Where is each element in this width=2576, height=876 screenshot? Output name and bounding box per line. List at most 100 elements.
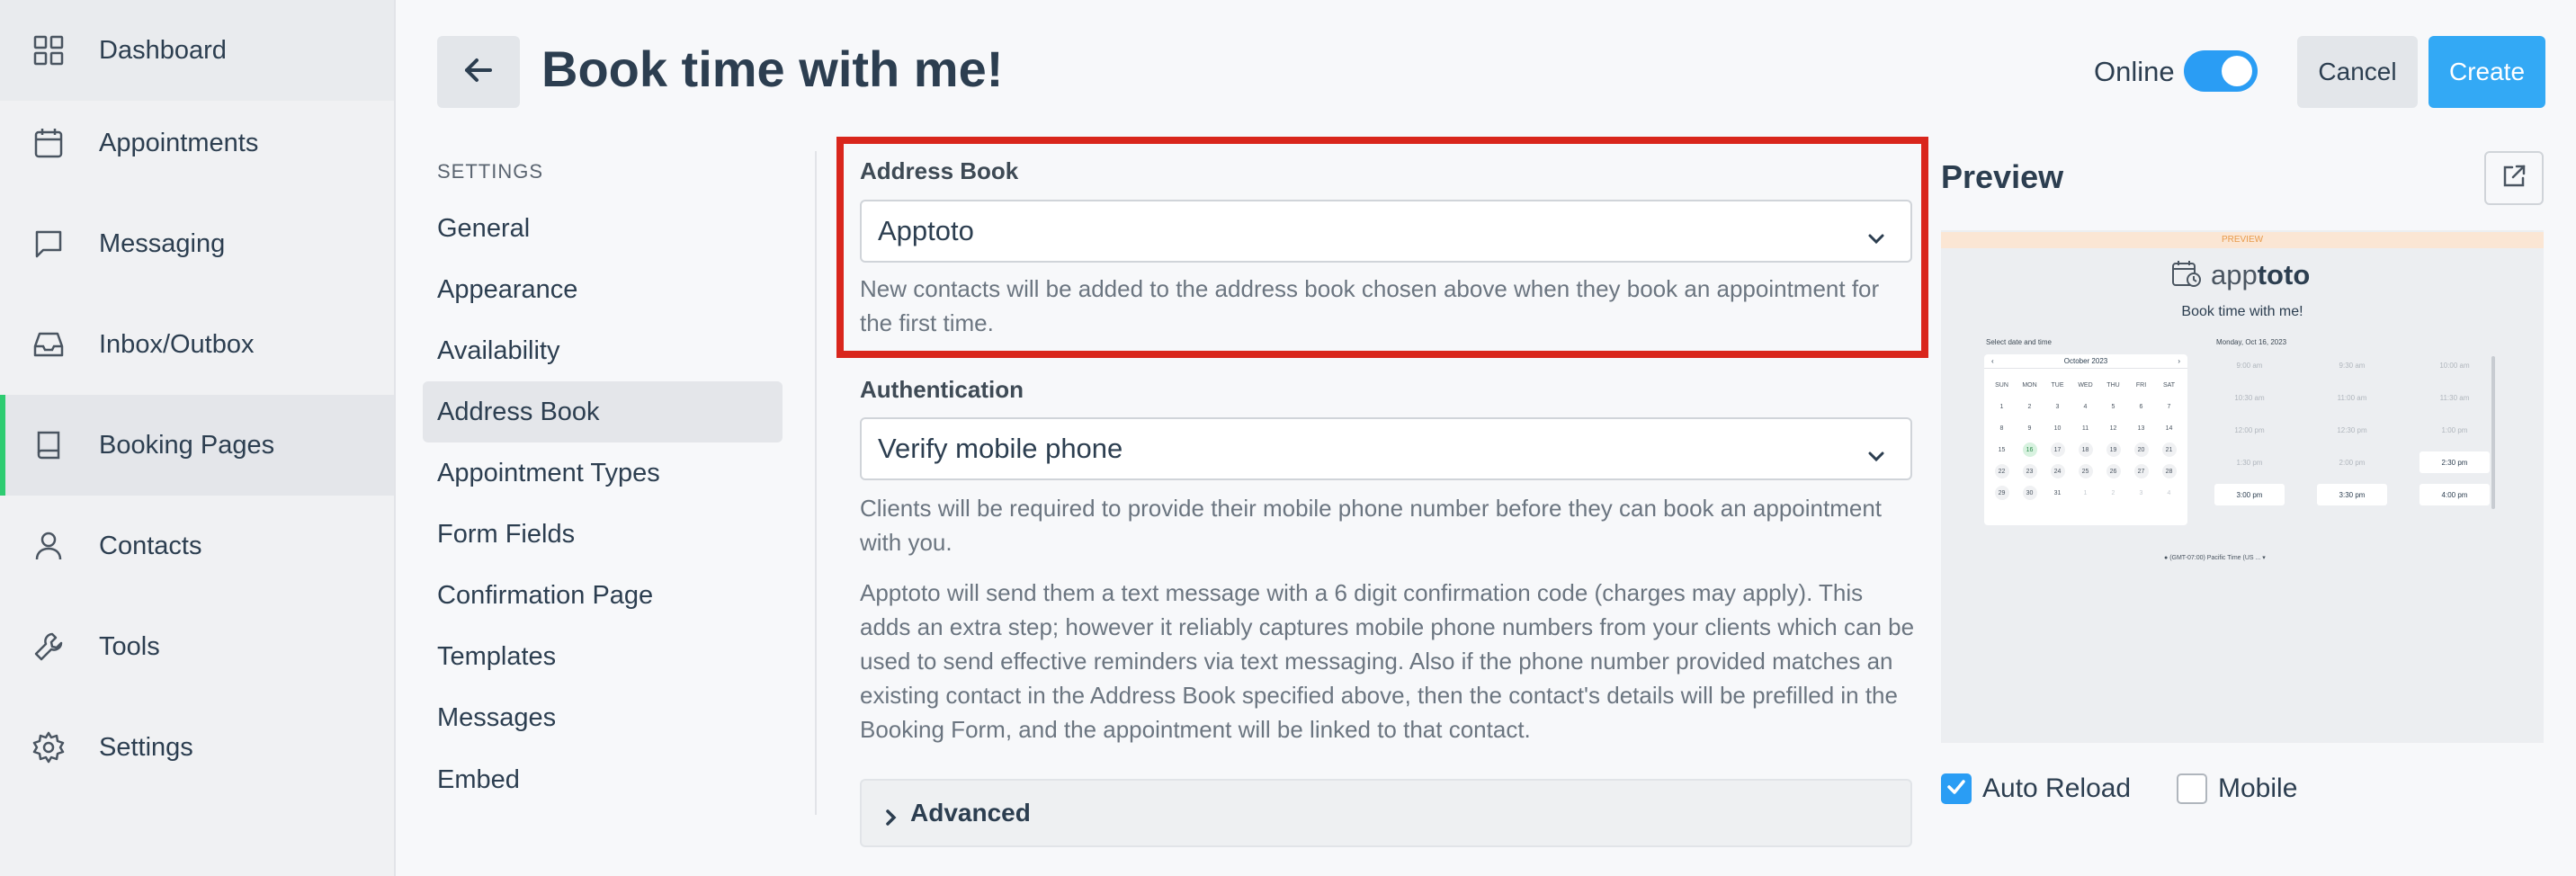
scrollbar[interactable] (2491, 356, 2495, 509)
calendar-day[interactable]: 17 (2050, 442, 2065, 457)
settings-item-messages[interactable]: Messages (423, 687, 783, 748)
time-slot: 10:30 am (2234, 393, 2265, 402)
settings-item-embed[interactable]: Embed (423, 749, 783, 810)
time-slot: 2:00 pm (2339, 458, 2366, 467)
calendar-day[interactable]: 29 (1994, 486, 2009, 500)
calendar-grid: SUN MON TUE WED THU FRI SAT 1 2 3 4 5 6 7 8 9 10 11 12 13 14… (1988, 374, 2183, 504)
calendar-day[interactable]: 26 (2106, 464, 2121, 478)
settings-item-general[interactable]: General (423, 198, 783, 259)
calendar-day: 2 (2111, 489, 2115, 496)
auto-reload-checkbox[interactable] (1941, 773, 1972, 804)
preview-frame[interactable]: PREVIEW apptoto Book time with me! Selec… (1941, 230, 2544, 743)
weekday-label: MON (2022, 381, 2037, 389)
calendar-day: 3 (2055, 403, 2060, 410)
weekday-label: SAT (2162, 381, 2176, 389)
authentication-select[interactable]: Verify mobile phone (860, 417, 1912, 480)
calendar-day[interactable]: 27 (2133, 464, 2149, 478)
calendar-day[interactable]: 18 (2078, 442, 2093, 457)
authentication-help: Clients will be required to provide thei… (860, 495, 1883, 556)
sidebar-item-label: Contacts (99, 531, 202, 560)
calendar-day: 8 (1999, 425, 2004, 432)
calendar-day: 12 (2109, 425, 2117, 432)
timezone-select[interactable]: ● (GMT-07:00) Pacific Time (US ... ▾ (2164, 554, 2266, 561)
arrow-left-icon (463, 57, 494, 88)
preview-title: Preview (1941, 158, 2064, 195)
settings-item-address-book[interactable]: Address Book (423, 381, 783, 442)
settings-item-form-fields[interactable]: Form Fields (423, 504, 783, 565)
preview-heading: Book time with me! (2181, 304, 2303, 319)
sidebar: Dashboard Appointments Messaging Inbox/O… (0, 0, 396, 876)
address-book-select[interactable]: Apptoto (860, 200, 1912, 263)
chevron-down-icon (1867, 441, 1885, 462)
calendar-day[interactable]: 24 (2050, 464, 2065, 478)
external-link-icon (2500, 163, 2527, 194)
chevron-right-icon (883, 804, 899, 826)
chevron-left-icon[interactable]: ‹ (1991, 354, 1994, 369)
time-slot[interactable]: 2:30 pm (2419, 451, 2490, 473)
calendar-day: 14 (2165, 425, 2173, 432)
calendar-day[interactable]: 28 (2161, 464, 2177, 478)
calendar-icon (31, 125, 67, 161)
online-toggle[interactable] (2184, 50, 2258, 92)
settings-item-confirmation-page[interactable]: Confirmation Page (423, 565, 783, 626)
sidebar-item-appointments[interactable]: Appointments (0, 93, 394, 193)
time-slot[interactable]: 4:00 pm (2419, 484, 2490, 505)
settings-item-templates[interactable]: Templates (423, 626, 783, 687)
advanced-toggle[interactable]: Advanced (860, 779, 1912, 847)
time-slot: 9:00 am (2236, 361, 2263, 370)
time-slot: 1:00 pm (2441, 425, 2468, 434)
calendar-day: 15 (1998, 446, 2006, 453)
toggle-knob (2222, 56, 2252, 86)
authentication-label: Authentication (860, 376, 1024, 403)
calendar-day[interactable]: 21 (2161, 442, 2177, 457)
settings-item-appointment-types[interactable]: Appointment Types (423, 442, 783, 504)
address-book-label: Address Book (860, 157, 1019, 184)
calendar-day[interactable]: 25 (2078, 464, 2093, 478)
create-button[interactable]: Create (2428, 36, 2545, 108)
sidebar-item-messaging[interactable]: Messaging (0, 193, 394, 294)
time-slot: 12:30 pm (2337, 425, 2367, 434)
calendar-day: 10 (2053, 425, 2062, 432)
calendar-day[interactable]: 19 (2106, 442, 2121, 457)
time-slot: 12:00 pm (2234, 425, 2265, 434)
chevron-right-icon[interactable]: › (2178, 354, 2180, 369)
auto-reload-label: Auto Reload (1982, 773, 2132, 803)
check-icon (1945, 776, 1967, 802)
sidebar-item-tools[interactable]: Tools (0, 596, 394, 697)
calendar-day: 2 (2027, 403, 2032, 410)
sidebar-item-booking-pages[interactable]: Booking Pages (0, 395, 394, 496)
calendar-day[interactable]: 23 (2022, 464, 2037, 478)
select-date-label: Select date and time (1986, 338, 2052, 346)
sidebar-item-dashboard[interactable]: Dashboard (0, 0, 394, 101)
grid-icon (31, 32, 67, 68)
calendar-day: 4 (2167, 489, 2171, 496)
settings-item-availability[interactable]: Availability (423, 320, 783, 381)
calendar-header: ‹ October 2023 › (1984, 354, 2187, 369)
calendar-day[interactable]: 30 (2022, 486, 2037, 500)
address-book-value: Apptoto (878, 215, 974, 246)
calendar-day: 6 (2139, 403, 2143, 410)
address-book-help: New contacts will be added to the addres… (860, 275, 1880, 336)
wrench-icon (31, 629, 67, 665)
sidebar-item-label: Inbox/Outbox (99, 329, 255, 359)
sidebar-item-inbox-outbox[interactable]: Inbox/Outbox (0, 294, 394, 395)
time-slot: 10:00 am (2439, 361, 2470, 370)
calendar-day: 11 (2081, 425, 2089, 432)
calendar-day[interactable]: 20 (2133, 442, 2149, 457)
chevron-down-icon (1867, 223, 1885, 245)
sidebar-item-settings[interactable]: Settings (0, 697, 394, 798)
cancel-button[interactable]: Cancel (2297, 36, 2418, 108)
open-external-button[interactable] (2484, 151, 2544, 205)
authentication-value: Verify mobile phone (878, 433, 1123, 464)
settings-item-appearance[interactable]: Appearance (423, 259, 783, 320)
time-slot[interactable]: 3:00 pm (2214, 484, 2285, 505)
time-slot[interactable]: 3:30 pm (2317, 484, 2387, 505)
selected-date-label: Monday, Oct 16, 2023 (2216, 338, 2287, 346)
page-title: Book time with me! (541, 40, 1004, 97)
calendar-day[interactable]: 22 (1994, 464, 2009, 478)
back-button[interactable] (437, 36, 520, 108)
sidebar-item-contacts[interactable]: Contacts (0, 496, 394, 596)
logo-text: apptoto (2211, 259, 2311, 291)
calendar-day[interactable]: 16 (2022, 442, 2037, 457)
mobile-checkbox[interactable] (2177, 773, 2207, 804)
